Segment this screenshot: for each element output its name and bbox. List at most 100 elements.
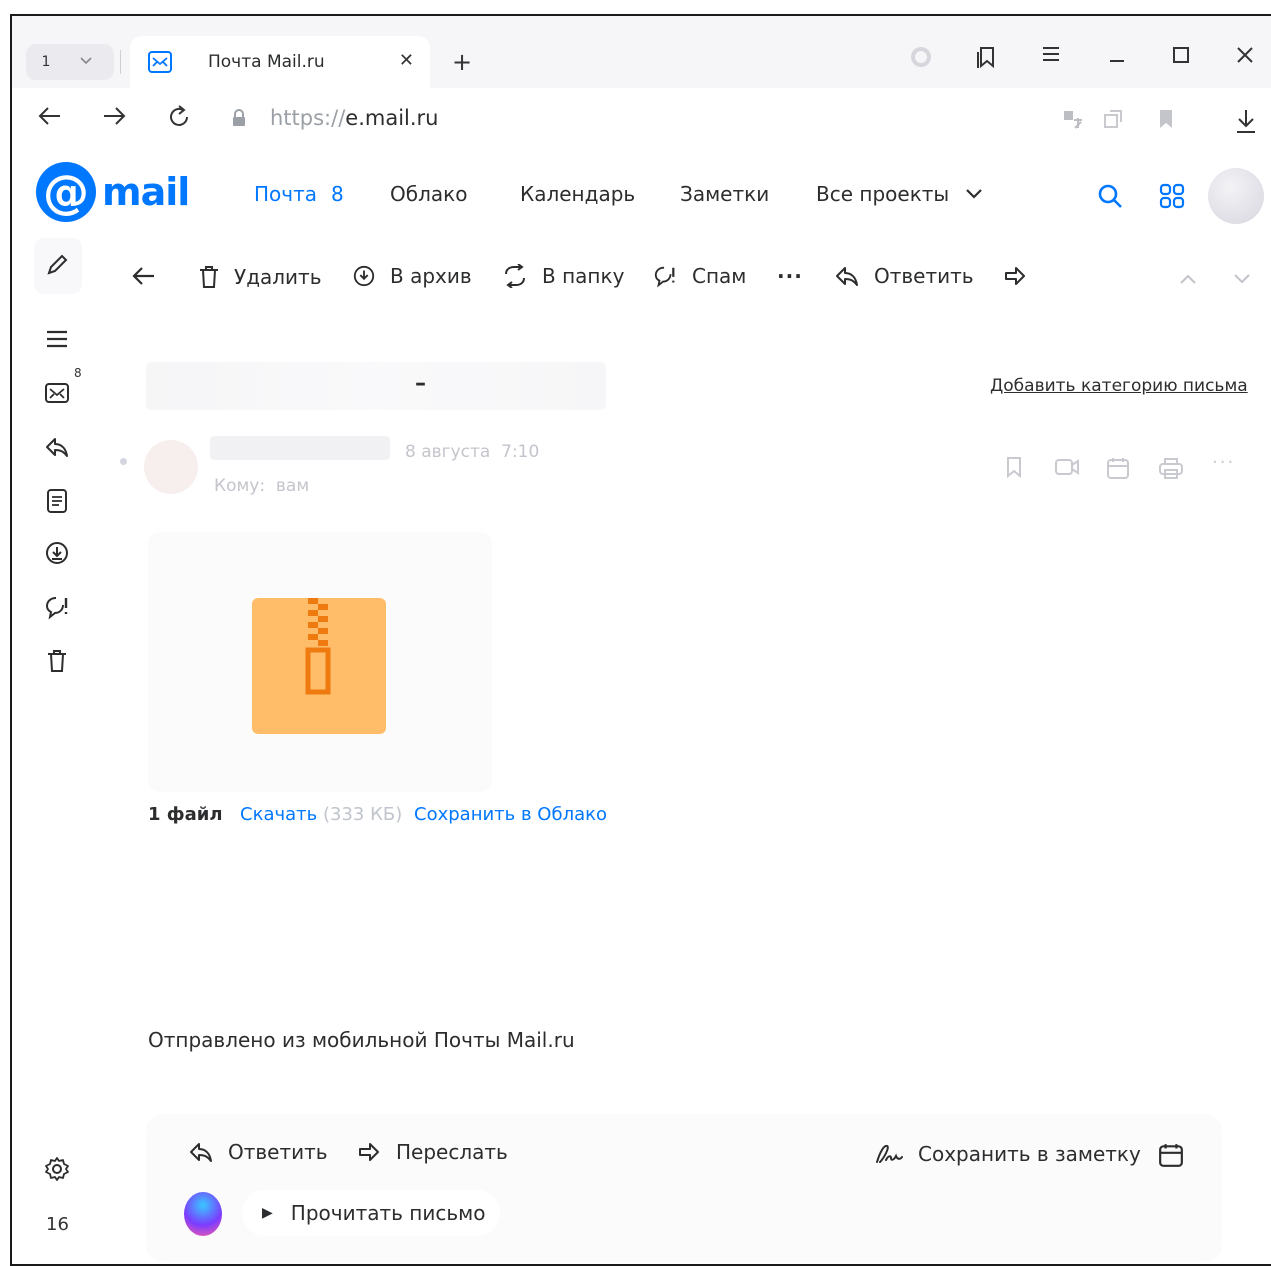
- read-letter-button[interactable]: ▶ Прочитать письмо: [242, 1190, 500, 1236]
- sidebar-bottom-count: 16: [46, 1214, 69, 1235]
- archive-label: В архив: [390, 264, 472, 288]
- spam-icon: [654, 266, 675, 288]
- window-close-icon[interactable]: [1234, 44, 1256, 71]
- subject-redacted: [146, 362, 606, 410]
- tab-share-icon[interactable]: [1102, 108, 1124, 135]
- message-body: Отправлено из мобильной Почты Mail.ru: [148, 1028, 575, 1052]
- download-link[interactable]: Скачать (333 КБ): [240, 804, 402, 825]
- nav-notes[interactable]: Заметки: [680, 182, 769, 206]
- nav-cloud[interactable]: Облако: [390, 182, 467, 206]
- to-label: Кому:: [214, 476, 266, 496]
- search-icon[interactable]: [1096, 182, 1124, 214]
- download-size: (333 КБ): [322, 804, 403, 825]
- save-to-cloud-link[interactable]: Сохранить в Облако: [414, 804, 607, 825]
- maximize-icon[interactable]: [1170, 44, 1192, 71]
- minimize-icon[interactable]: [1106, 44, 1128, 71]
- bottom-forward-button[interactable]: Переслать: [356, 1140, 508, 1164]
- browser-window: 1 Почта Mail.ru ✕ + https://e.mail.ru @ …: [10, 14, 1271, 1266]
- tab-counter[interactable]: 1: [26, 44, 114, 80]
- subject-dash: –: [415, 371, 426, 396]
- forward-icon: [1005, 267, 1025, 285]
- settings-gear-icon[interactable]: [42, 1154, 72, 1184]
- trash-icon[interactable]: [42, 646, 72, 676]
- new-tab-icon[interactable]: +: [452, 48, 472, 76]
- forward-button[interactable]: [1002, 264, 1042, 288]
- bottom-calendar-button[interactable]: [1158, 1142, 1198, 1168]
- message-date-time: 7:10: [501, 442, 540, 462]
- reload-icon[interactable]: [166, 104, 192, 136]
- url-field[interactable]: https://e.mail.ru: [270, 106, 439, 130]
- browser-menu-icon[interactable]: [1040, 44, 1062, 69]
- zip-archive-icon[interactable]: [252, 598, 386, 734]
- tab-title: Почта Mail.ru: [208, 52, 325, 72]
- save-to-note-label: Сохранить в заметку: [918, 1142, 1141, 1166]
- message-more-button[interactable]: ···: [1212, 452, 1235, 473]
- voice-assistant-icon[interactable]: [184, 1192, 222, 1236]
- user-avatar[interactable]: [1208, 168, 1264, 224]
- at-logo-icon: @: [36, 162, 96, 222]
- drafts-icon[interactable]: [42, 486, 72, 516]
- move-folder-icon: [505, 264, 525, 288]
- logo-text: mail: [102, 170, 190, 214]
- sent-icon[interactable]: [42, 432, 72, 462]
- note-signature-icon: [876, 1144, 903, 1163]
- toolbar-more-button[interactable]: ···: [777, 264, 803, 288]
- unread-dot[interactable]: [120, 458, 127, 465]
- browser-tab-bar: 1 Почта Mail.ru ✕ +: [12, 16, 1271, 88]
- chevron-down-icon: [966, 189, 982, 199]
- download-icon[interactable]: [1234, 108, 1258, 139]
- sender-name-redacted[interactable]: [210, 436, 390, 460]
- toolbar-back-button[interactable]: [130, 264, 170, 288]
- next-message-icon[interactable]: [1232, 270, 1252, 291]
- archive-button[interactable]: В архив: [352, 264, 472, 288]
- message-date: 8 августа 7:10: [405, 442, 539, 462]
- tab-separator: [120, 50, 121, 74]
- hamburger-menu-icon[interactable]: [42, 324, 72, 354]
- delete-button[interactable]: Удалить: [198, 264, 322, 290]
- delete-label: Удалить: [234, 265, 322, 289]
- mail-logo[interactable]: @ mail: [36, 162, 190, 222]
- url-host: e.mail.ru: [345, 106, 439, 130]
- add-category-link[interactable]: Добавить категорию письма: [990, 376, 1248, 396]
- calendar-icon[interactable]: [1106, 456, 1130, 484]
- spam-icon[interactable]: [42, 592, 72, 622]
- nav-all-projects[interactable]: Все проекты: [816, 182, 983, 206]
- zipper-icon: [305, 598, 331, 695]
- url-protocol: https://: [270, 106, 346, 130]
- reply-button[interactable]: Ответить: [834, 264, 974, 288]
- collections-icon[interactable]: [974, 44, 998, 75]
- spam-button[interactable]: Спам: [652, 264, 746, 288]
- previous-message-icon[interactable]: [1178, 270, 1198, 291]
- back-arrow-icon: [132, 267, 154, 285]
- tab-close-icon[interactable]: ✕: [399, 50, 414, 71]
- bookmark-icon[interactable]: [1156, 108, 1176, 135]
- mail-favicon-icon: [148, 51, 172, 73]
- archive-icon: [353, 265, 375, 287]
- apps-grid-icon[interactable]: [1158, 182, 1186, 214]
- lock-icon[interactable]: [230, 108, 248, 132]
- files-count: 1 файл: [148, 804, 223, 825]
- tab-count: 1: [41, 54, 51, 70]
- profile-icon[interactable]: [908, 44, 934, 75]
- sender-avatar[interactable]: [144, 440, 198, 494]
- chevron-down-icon: [66, 55, 106, 70]
- forward-icon[interactable]: [102, 104, 128, 134]
- move-to-folder-button[interactable]: В папку: [502, 264, 624, 288]
- nav-calendar[interactable]: Календарь: [520, 182, 635, 206]
- inbox-badge: 8: [74, 366, 82, 380]
- save-to-note-button[interactable]: Сохранить в заметку: [874, 1142, 1141, 1166]
- calendar-icon: [1159, 1144, 1183, 1167]
- translate-icon[interactable]: [1062, 108, 1084, 135]
- browser-tab-mail[interactable]: Почта Mail.ru ✕: [130, 36, 430, 88]
- inbox-icon[interactable]: [42, 378, 72, 408]
- read-letter-label: Прочитать письмо: [290, 1201, 486, 1225]
- compose-pencil-icon[interactable]: [42, 250, 72, 280]
- bottom-reply-button[interactable]: Ответить: [188, 1140, 328, 1164]
- archive-icon[interactable]: [42, 538, 72, 568]
- video-call-icon[interactable]: [1054, 456, 1080, 482]
- back-icon[interactable]: [36, 104, 62, 134]
- nav-pochta[interactable]: Почта 8: [254, 182, 344, 206]
- reply-icon: [836, 267, 858, 286]
- print-icon[interactable]: [1158, 456, 1184, 484]
- bookmark-icon[interactable]: [1004, 456, 1024, 482]
